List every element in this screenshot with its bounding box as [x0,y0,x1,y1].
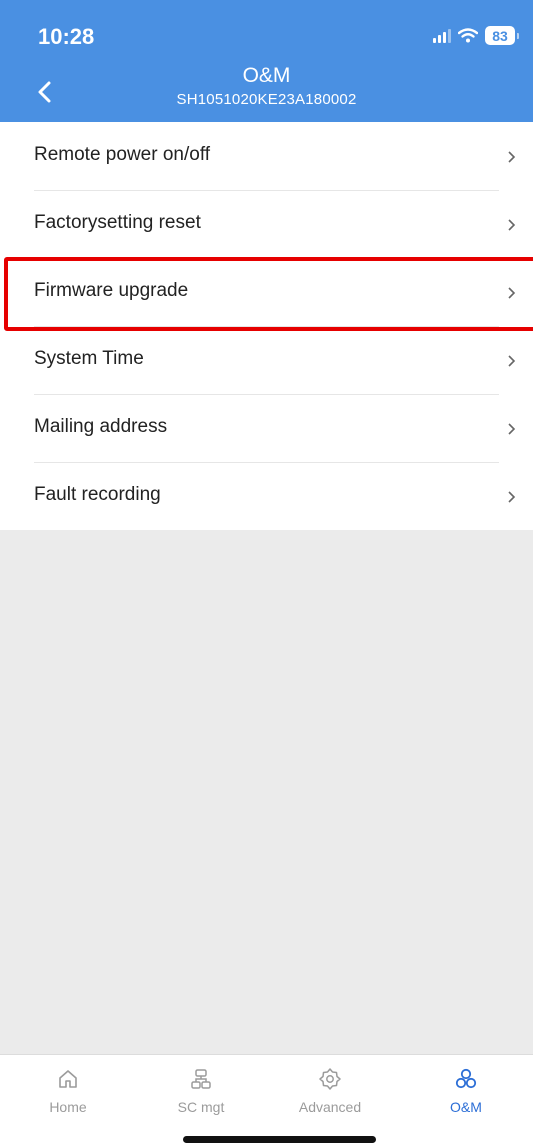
om-icon [455,1068,477,1089]
device-serial: SH1051020KE23A180002 [176,91,357,108]
chevron-right-icon [508,423,516,435]
app-header: 10:28 83 O&M SH1051020KE23A180002 [0,0,533,122]
menu-item-label: Factorysetting reset [34,212,201,233]
menu-item-mailing-address[interactable]: Mailing address [0,394,533,462]
menu-item-label: System Time [34,348,144,369]
tab-label: O&M [450,1099,482,1115]
battery-icon: 83 [485,26,515,45]
menu-item-label: Fault recording [34,484,161,505]
tab-label: SC mgt [177,1099,225,1115]
sc-mgt-icon [191,1069,211,1089]
menu-item-factory-reset[interactable]: Factorysetting reset [0,190,533,258]
tab-advanced[interactable]: Advanced [284,1055,376,1127]
home-indicator [183,1136,376,1143]
highlight-box [4,257,533,331]
cellular-signal-icon [433,28,451,43]
menu-item-remote-power[interactable]: Remote power on/off [0,122,533,190]
wifi-icon [458,28,478,43]
tab-home[interactable]: Home [22,1055,114,1127]
page-title: O&M [242,64,291,87]
bottom-tab-bar: Home SC mgt Advanced O&M [0,1054,533,1144]
tab-label: Advanced [298,1099,362,1115]
status-icons: 83 [433,26,519,45]
status-time: 10:28 [38,24,95,49]
tab-label: Home [49,1099,87,1115]
chevron-right-icon [508,219,516,231]
menu-item-system-time[interactable]: System Time [0,326,533,394]
battery-tip [517,32,519,39]
menu-item-label: Remote power on/off [34,144,211,165]
chevron-right-icon [508,355,516,367]
home-icon [59,1070,77,1088]
tab-sc-mgt[interactable]: SC mgt [155,1055,247,1127]
gear-icon [319,1068,341,1090]
chevron-right-icon [508,491,516,503]
chevron-right-icon [508,151,516,163]
menu-item-fault-recording[interactable]: Fault recording [0,462,533,530]
menu-item-label: Mailing address [34,416,168,437]
tab-om[interactable]: O&M [420,1055,512,1127]
